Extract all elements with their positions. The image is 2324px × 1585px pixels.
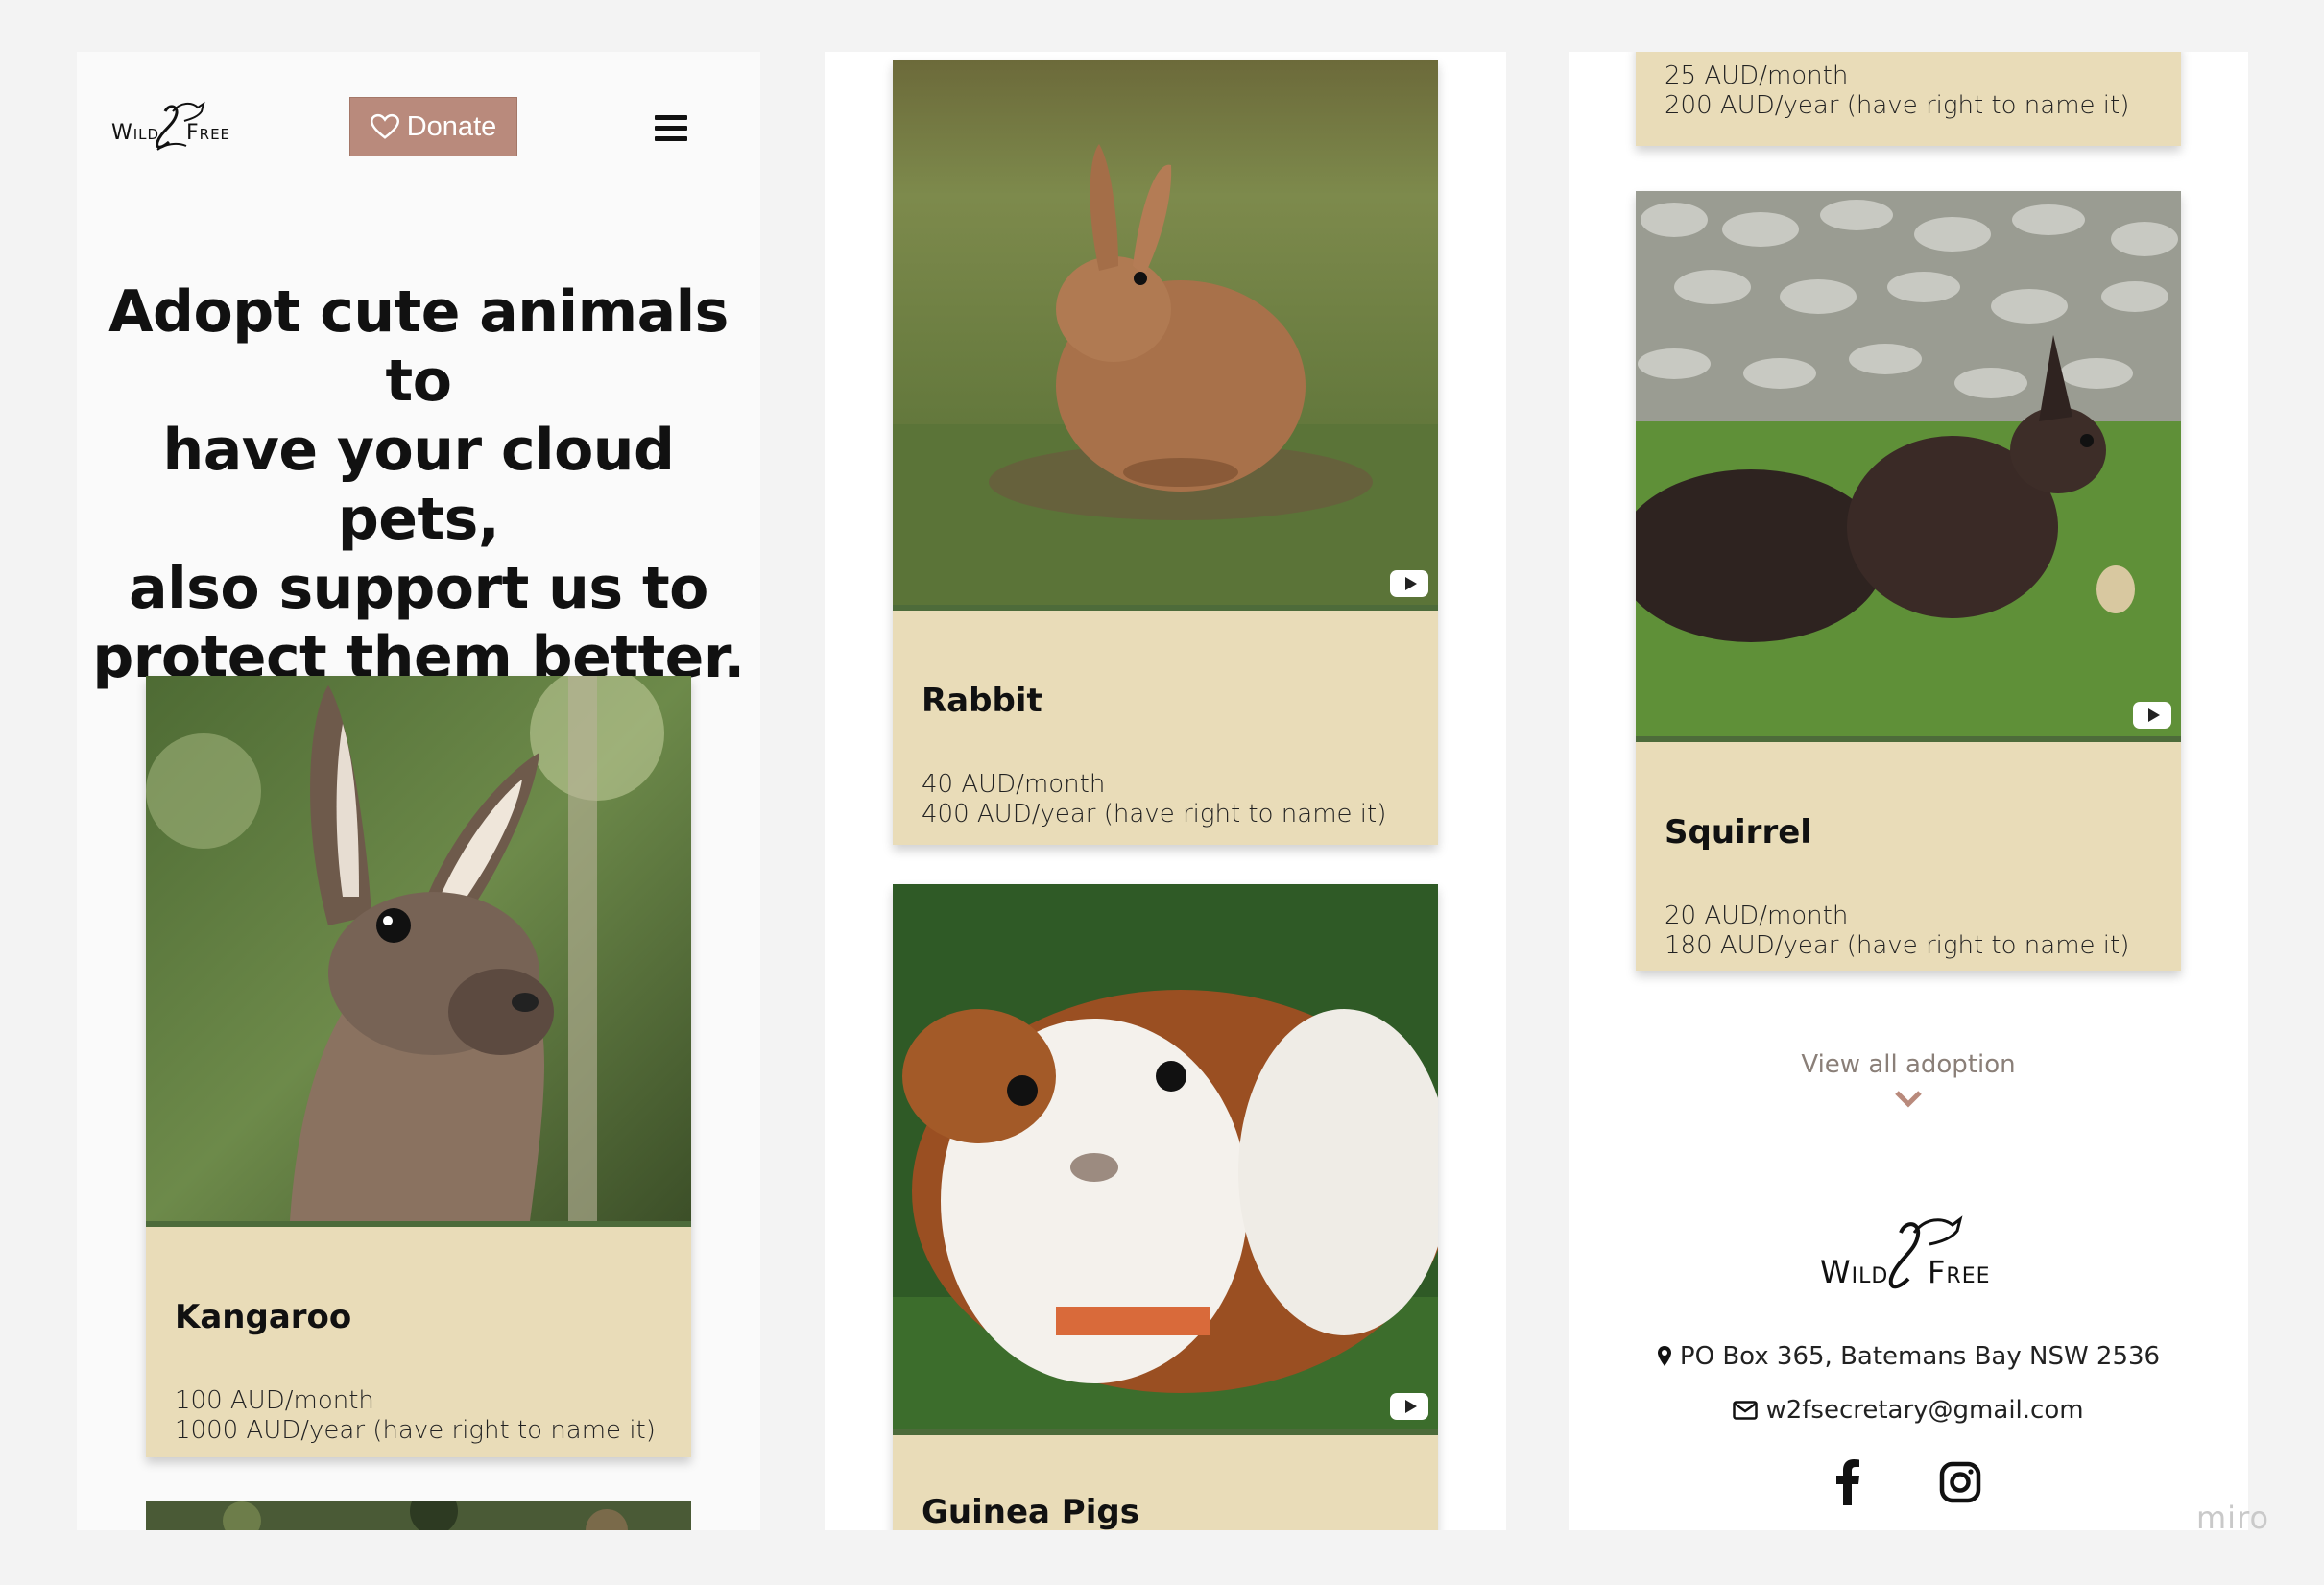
mobile-screen-home-bottom: 25 AUD/month 200 AUD/year (have right to… bbox=[1569, 52, 2248, 1530]
adoption-card-partial[interactable]: 25 AUD/month 200 AUD/year (have right to… bbox=[1636, 52, 2181, 146]
guinea-pig-photo[interactable] bbox=[893, 884, 1438, 1429]
photo-divider bbox=[146, 1221, 691, 1227]
footer-address: PO Box 365, Batemans Bay NSW 2536 bbox=[1569, 1342, 2248, 1371]
yearly-price: 180 AUD/year (have right to name it) bbox=[1665, 931, 2130, 960]
miro-watermark: miro bbox=[2196, 1500, 2270, 1536]
monthly-price: 25 AUD/month bbox=[1665, 61, 1849, 90]
adoption-card-squirrel[interactable]: Squirrel 20 AUD/month 180 AUD/year (have… bbox=[1636, 191, 2181, 971]
rabbit-photo[interactable] bbox=[893, 60, 1438, 605]
site-logo[interactable]: Wild Free bbox=[109, 92, 234, 159]
squirrel-photo[interactable] bbox=[1636, 191, 2181, 736]
instagram-icon[interactable] bbox=[1939, 1461, 1981, 1503]
adoption-card-guinea-pigs[interactable]: Guinea Pigs bbox=[893, 884, 1438, 1530]
hero-line-1: Adopt cute animals to bbox=[108, 278, 729, 415]
hero-heading: Adopt cute animals to have your cloud pe… bbox=[77, 277, 760, 692]
logo-text-left: Wild bbox=[111, 121, 160, 145]
animal-price: 25 AUD/month 200 AUD/year (have right to… bbox=[1665, 61, 2129, 121]
logo-text-right: Free bbox=[186, 121, 231, 145]
facebook-icon[interactable] bbox=[1835, 1459, 1860, 1505]
map-pin-icon bbox=[1657, 1346, 1671, 1366]
footer-logo[interactable]: Wild Free bbox=[1820, 1204, 2002, 1300]
adoption-card-rabbit[interactable]: Rabbit 40 AUD/month 400 AUD/year (have r… bbox=[893, 60, 1438, 845]
yearly-price: 1000 AUD/year (have right to name it) bbox=[175, 1416, 656, 1445]
heart-icon bbox=[370, 113, 399, 139]
address-text: PO Box 365, Batemans Bay NSW 2536 bbox=[1679, 1342, 2161, 1371]
monthly-price: 40 AUD/month bbox=[922, 770, 1106, 799]
youtube-icon[interactable] bbox=[1390, 1393, 1428, 1420]
mobile-screen-home-top: Wild Free Donate Adopt cute animals to h… bbox=[77, 52, 760, 1530]
animal-name: Rabbit bbox=[922, 682, 1042, 720]
mobile-screen-home-middle: Rabbit 40 AUD/month 400 AUD/year (have r… bbox=[825, 52, 1506, 1530]
footer-email[interactable]: w2fsecretary@gmail.com bbox=[1569, 1396, 2248, 1425]
monthly-price: 100 AUD/month bbox=[175, 1386, 374, 1415]
youtube-icon[interactable] bbox=[1390, 570, 1428, 597]
photo-divider bbox=[893, 1429, 1438, 1435]
hamburger-menu-icon[interactable] bbox=[655, 115, 687, 142]
footer-logo-left: Wild bbox=[1820, 1254, 1889, 1290]
donate-label: Donate bbox=[406, 110, 497, 142]
kangaroo-photo[interactable] bbox=[146, 676, 691, 1221]
email-text[interactable]: w2fsecretary@gmail.com bbox=[1765, 1396, 2083, 1425]
yearly-price: 400 AUD/year (have right to name it) bbox=[922, 800, 1387, 829]
monthly-price: 20 AUD/month bbox=[1665, 901, 1849, 930]
donate-button[interactable]: Donate bbox=[349, 97, 517, 156]
adoption-card-kangaroo[interactable]: Kangaroo 100 AUD/month 1000 AUD/year (ha… bbox=[146, 676, 691, 1457]
animal-price: 40 AUD/month 400 AUD/year (have right to… bbox=[922, 770, 1386, 829]
view-all-adoption-link[interactable]: View all adoption bbox=[1569, 1050, 2248, 1079]
animal-name: Kangaroo bbox=[175, 1298, 352, 1336]
photo-divider bbox=[893, 605, 1438, 611]
footer-logo-right: Free bbox=[1928, 1254, 1991, 1290]
next-card-photo-peek bbox=[146, 1501, 691, 1530]
animal-name: Guinea Pigs bbox=[922, 1493, 1139, 1530]
chevron-down-icon[interactable] bbox=[1893, 1089, 1924, 1108]
yearly-price: 200 AUD/year (have right to name it) bbox=[1665, 91, 2130, 120]
hero-line-3: also support us to bbox=[129, 555, 708, 622]
hero-line-2: have your cloud pets, bbox=[162, 417, 675, 553]
mail-icon bbox=[1733, 1401, 1759, 1420]
animal-price: 100 AUD/month 1000 AUD/year (have right … bbox=[175, 1386, 656, 1446]
animal-price: 20 AUD/month 180 AUD/year (have right to… bbox=[1665, 901, 2129, 961]
animal-name: Squirrel bbox=[1665, 813, 1811, 852]
photo-divider bbox=[1636, 736, 2181, 742]
youtube-icon[interactable] bbox=[2133, 702, 2171, 729]
